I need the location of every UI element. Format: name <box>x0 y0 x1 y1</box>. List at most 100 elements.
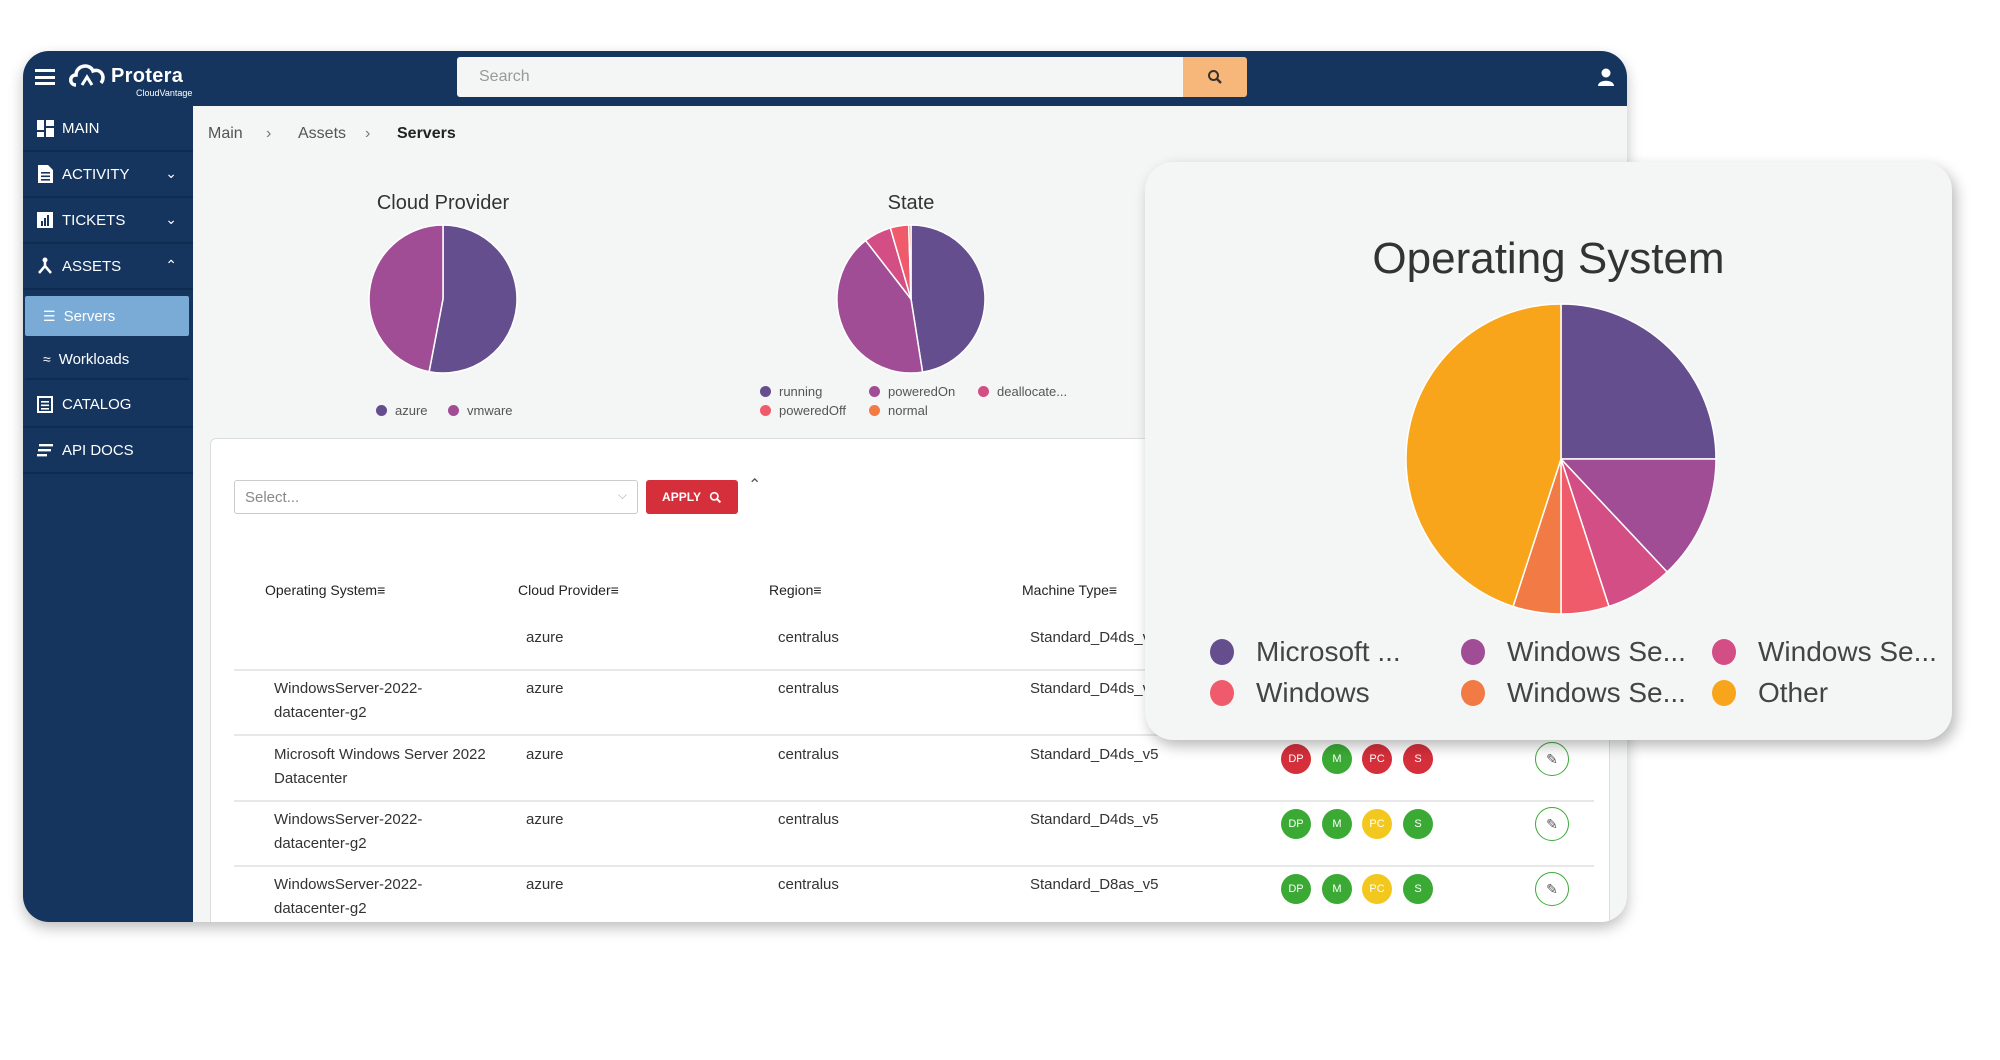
legend-item[interactable]: Windows <box>1210 677 1370 709</box>
breadcrumb-servers: Servers <box>397 125 456 142</box>
search-button[interactable] <box>1183 57 1247 97</box>
legend-swatch <box>869 386 880 397</box>
column-menu-icon[interactable]: ≡ <box>611 582 619 598</box>
legend-item[interactable]: running <box>760 384 822 399</box>
edit-button[interactable]: ✎ <box>1535 872 1569 906</box>
sidebar-item-assets[interactable]: ASSETS ⌃ <box>23 244 193 290</box>
chevron-down-icon: ⌄ <box>165 211 177 227</box>
legend-item[interactable]: Windows Se... <box>1461 636 1686 668</box>
chevron-up-icon: ⌃ <box>165 257 177 273</box>
legend-swatch <box>978 386 989 397</box>
sidebar-item-label: MAIN <box>62 119 100 137</box>
legend-label: Microsoft ... <box>1256 636 1401 667</box>
status-badge: M <box>1322 809 1352 839</box>
status-badge: M <box>1322 874 1352 904</box>
document-icon <box>36 165 54 183</box>
legend-item[interactable]: Windows Se... <box>1461 677 1686 709</box>
sidebar-item-tickets[interactable]: TICKETS ⌄ <box>23 198 193 244</box>
legend-item[interactable]: normal <box>869 403 928 418</box>
column-header-region[interactable]: Region≡ <box>769 582 822 598</box>
chevron-down-icon: ⌄ <box>165 165 177 181</box>
legend-item[interactable]: azure <box>376 403 428 418</box>
hamburger-menu-icon[interactable] <box>35 69 55 85</box>
legend-swatch <box>869 405 880 416</box>
status-badge: S <box>1403 874 1433 904</box>
apply-button[interactable]: APPLY <box>646 480 738 514</box>
lines-icon <box>36 441 54 459</box>
sidebar-item-label: TICKETS <box>62 211 126 229</box>
legend-label: Windows <box>1256 677 1370 708</box>
sidebar-subitem-workloads[interactable]: ≈ Workloads <box>25 340 189 380</box>
edit-button[interactable]: ✎ <box>1535 807 1569 841</box>
legend-item[interactable]: Microsoft ... <box>1210 636 1401 668</box>
cell-cloud: azure <box>526 746 564 763</box>
list-icon <box>36 395 54 413</box>
column-menu-icon[interactable]: ≡ <box>1109 582 1117 598</box>
cell-os: Microsoft Windows Server 2022 Datacenter <box>274 746 486 787</box>
legend-label: Windows Se... <box>1758 636 1937 667</box>
sidebar-subitem-label: Workloads <box>58 350 130 368</box>
dashboard-icon <box>36 119 54 137</box>
legend-label: running <box>779 384 823 399</box>
operating-system-pie-chart <box>1405 303 1717 615</box>
legend-swatch <box>448 405 459 416</box>
pencil-icon: ✎ <box>1546 815 1558 832</box>
legend-item[interactable]: Windows Se... <box>1712 636 1937 668</box>
cell-machine: Standard_D4ds_v5 <box>1030 811 1159 828</box>
search-input[interactable] <box>457 57 1183 97</box>
edit-button[interactable]: ✎ <box>1535 742 1569 776</box>
sidebar-item-label: ASSETS <box>62 257 122 275</box>
status-badge: DP <box>1281 744 1311 774</box>
cloud-provider-chart-title: Cloud Provider <box>376 192 510 214</box>
pie-slice-microsoft-[interactable] <box>1560 303 1717 460</box>
operating-system-chart-title: Operating System <box>1372 234 1725 283</box>
cell-region: centralus <box>778 746 839 763</box>
legend-swatch <box>1461 639 1485 665</box>
collapse-chevron-up-icon[interactable]: ⌃ <box>748 475 761 495</box>
pie-slice-vmware[interactable] <box>368 224 444 373</box>
chart-icon <box>36 211 54 229</box>
cloud-logo-icon <box>69 64 105 87</box>
status-badge: S <box>1403 809 1433 839</box>
breadcrumb-main[interactable]: Main <box>208 125 243 143</box>
user-icon[interactable] <box>1596 67 1616 87</box>
column-header-os[interactable]: Operating System≡ <box>265 582 385 598</box>
sidebar: MAIN ACTIVITY ⌄ TICKETS ⌄ ASSETS ⌃ ☰ Servers… <box>23 106 193 922</box>
cell-region: centralus <box>778 876 839 893</box>
cell-os: WindowsServer-2022- datacenter-g2 <box>274 876 423 917</box>
legend-item[interactable]: poweredOff <box>760 403 846 418</box>
operating-system-chart-popup: Operating System Microsoft ... Windows S… <box>1145 162 1952 740</box>
filter-select[interactable]: Select... ⌵ <box>234 480 638 514</box>
select-placeholder: Select... <box>245 489 300 506</box>
pie-slice-running[interactable] <box>910 224 986 373</box>
legend-label: Windows Se... <box>1507 677 1686 708</box>
breadcrumb-assets[interactable]: Assets <box>298 125 346 143</box>
legend-swatch <box>1210 639 1234 665</box>
legend-label: Windows Se... <box>1507 636 1686 667</box>
legend-label: poweredOn <box>888 384 956 399</box>
status-badge: M <box>1322 744 1352 774</box>
legend-swatch <box>1712 680 1736 706</box>
cell-os: WindowsServer-2022- datacenter-g2 <box>274 811 423 852</box>
legend-swatch <box>1210 680 1234 706</box>
sidebar-item-catalog[interactable]: CATALOG <box>23 382 193 428</box>
sidebar-item-activity[interactable]: ACTIVITY ⌄ <box>23 152 193 198</box>
sidebar-item-api-docs[interactable]: API DOCS <box>23 428 193 474</box>
sidebar-item-main[interactable]: MAIN <box>23 106 193 152</box>
cell-cloud: azure <box>526 629 564 646</box>
legend-item[interactable]: Other <box>1712 677 1828 709</box>
sidebar-subitem-servers[interactable]: ☰ Servers <box>25 296 189 336</box>
column-header-machine-type[interactable]: Machine Type≡ <box>1022 582 1117 598</box>
legend-item[interactable]: vmware <box>448 403 513 418</box>
legend-item[interactable]: deallocate... <box>978 384 1067 399</box>
breadcrumb-separator-icon: › <box>365 125 371 142</box>
cell-machine: Standard_D4ds_v5 <box>1030 680 1159 697</box>
sidebar-item-label: API DOCS <box>62 441 134 459</box>
legend-item[interactable]: poweredOn <box>869 384 955 399</box>
column-menu-icon[interactable]: ≡ <box>377 582 385 598</box>
column-header-cloud-provider[interactable]: Cloud Provider≡ <box>518 582 619 598</box>
search-icon <box>1208 70 1222 84</box>
cell-region: centralus <box>778 811 839 828</box>
brand-subtitle: CloudVantage <box>136 88 193 98</box>
column-menu-icon[interactable]: ≡ <box>813 582 821 598</box>
